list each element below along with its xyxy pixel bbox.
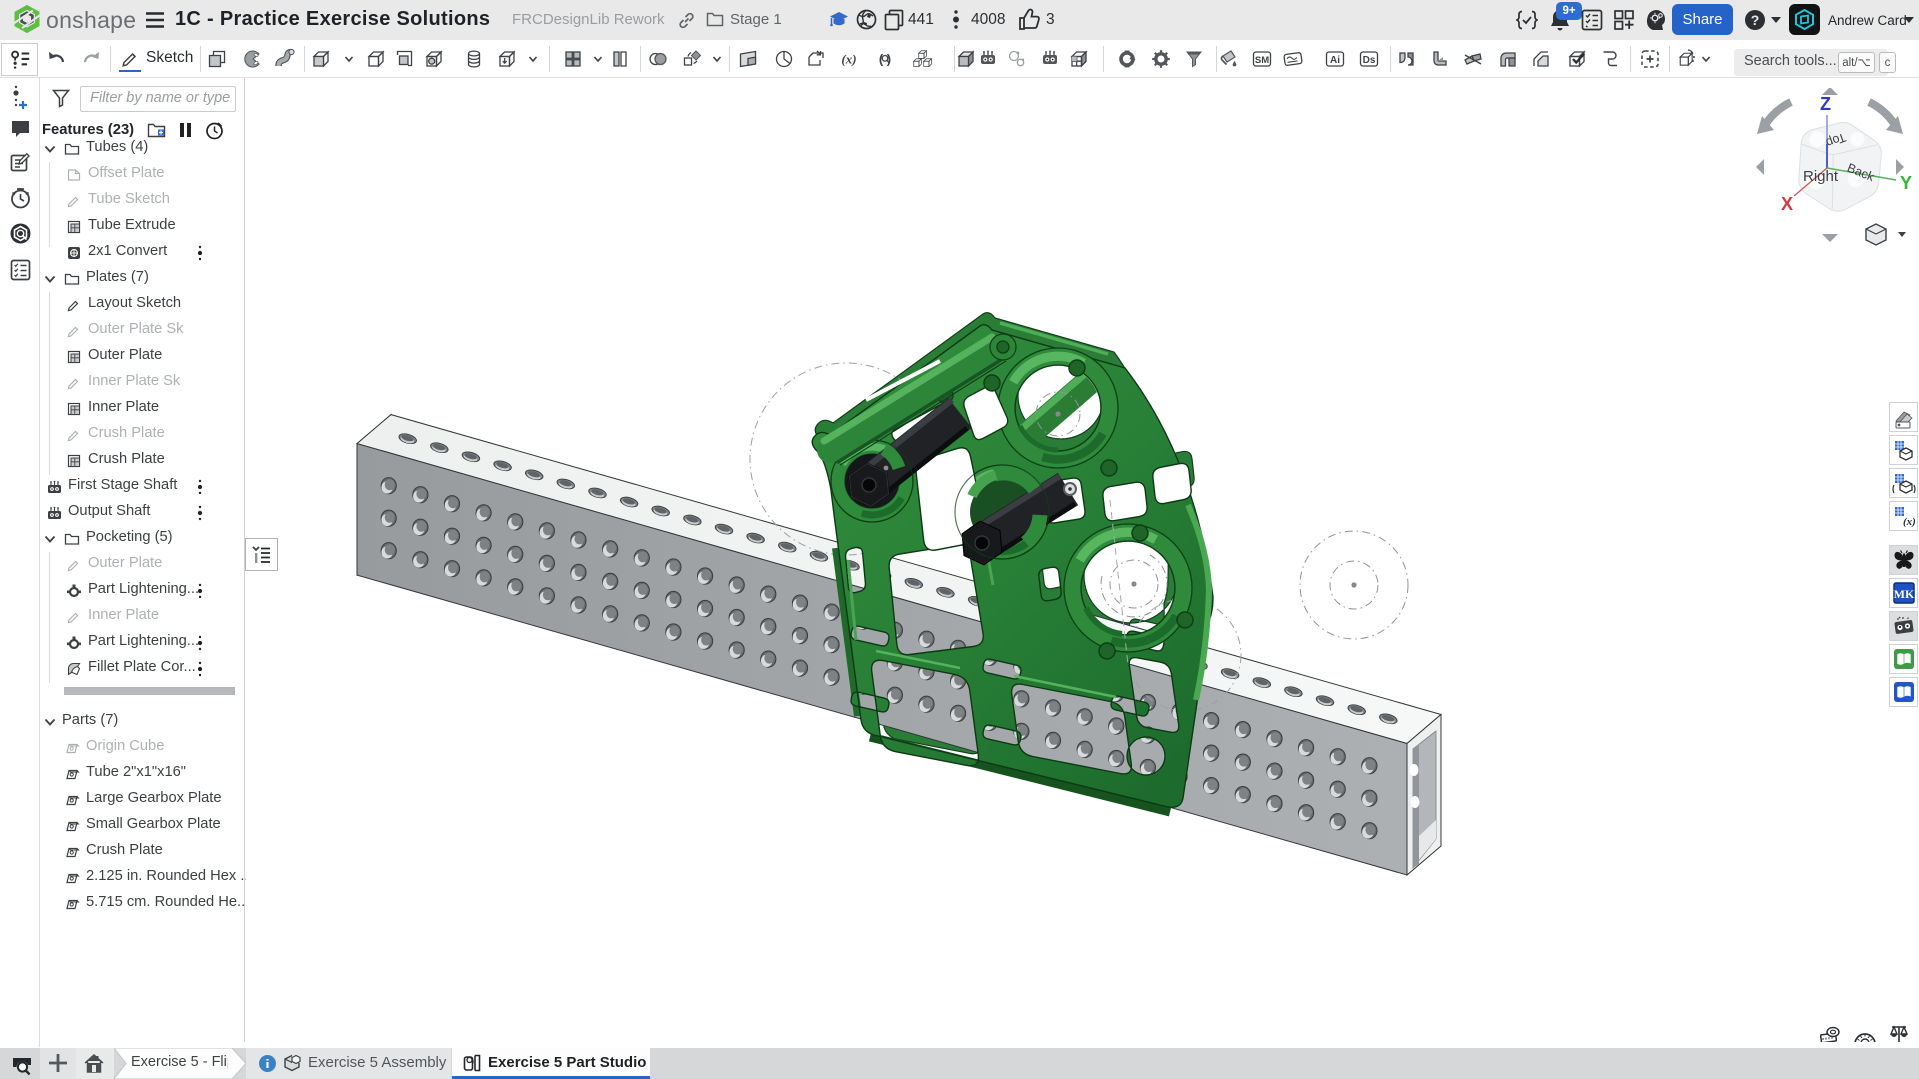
svg-text:Z: Z xyxy=(1820,94,1831,114)
svg-text:( ): ( ) xyxy=(879,52,891,67)
svg-text:Right: Right xyxy=(1803,168,1839,185)
svg-text:Ai: Ai xyxy=(1330,55,1340,66)
svg-text:SM: SM xyxy=(1255,55,1269,66)
svg-text:Y: Y xyxy=(1900,173,1912,193)
svg-text:(x): (x) xyxy=(841,52,856,67)
svg-text:?: ? xyxy=(1751,12,1760,28)
svg-text:✦: ✦ xyxy=(1898,615,1902,620)
svg-text:(x): (x) xyxy=(1903,516,1916,528)
svg-text:MK: MK xyxy=(1894,587,1915,601)
svg-text:Ds: Ds xyxy=(1363,55,1376,66)
svg-text:X: X xyxy=(1781,194,1793,214)
